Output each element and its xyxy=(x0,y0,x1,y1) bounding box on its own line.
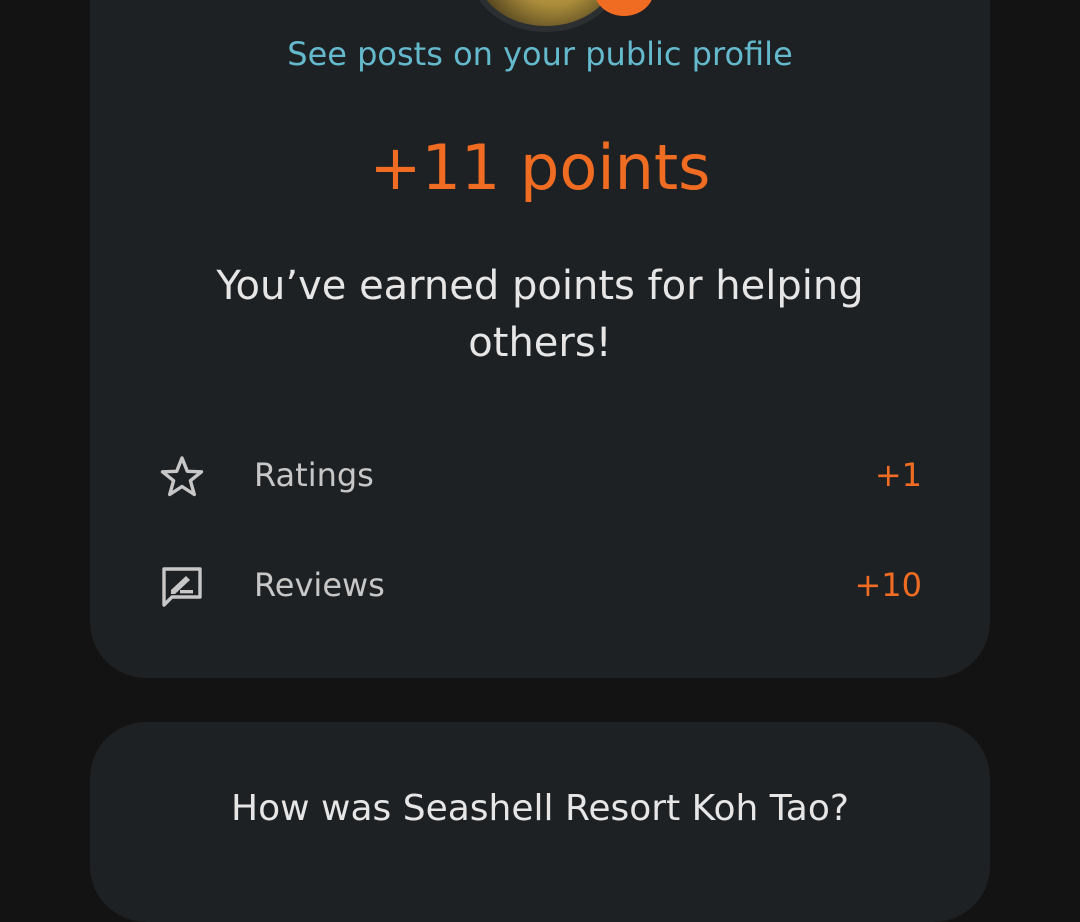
reviews-label: Reviews xyxy=(254,566,385,604)
review-edit-icon xyxy=(162,567,202,607)
public-profile-link[interactable]: See posts on your public profile xyxy=(90,32,990,76)
reviews-row: Reviews +10 xyxy=(150,555,930,615)
ratings-points: +1 xyxy=(874,456,922,494)
points-earned: +11 points xyxy=(369,131,711,204)
reviews-points: +10 xyxy=(854,566,922,604)
review-prompt-card[interactable]: How was Seashell Resort Koh Tao? xyxy=(90,722,990,922)
points-summary-card: ✸ See posts on your public profile +11 p… xyxy=(90,0,990,678)
ratings-row: Ratings +1 xyxy=(150,445,930,505)
review-question: How was Seashell Resort Koh Tao? xyxy=(231,788,849,829)
earned-message: You’ve earned points for helping others! xyxy=(216,263,864,366)
star-outline-icon xyxy=(160,456,204,497)
ratings-label: Ratings xyxy=(254,456,374,494)
contributor-badge-icon: ✸ xyxy=(594,0,654,16)
